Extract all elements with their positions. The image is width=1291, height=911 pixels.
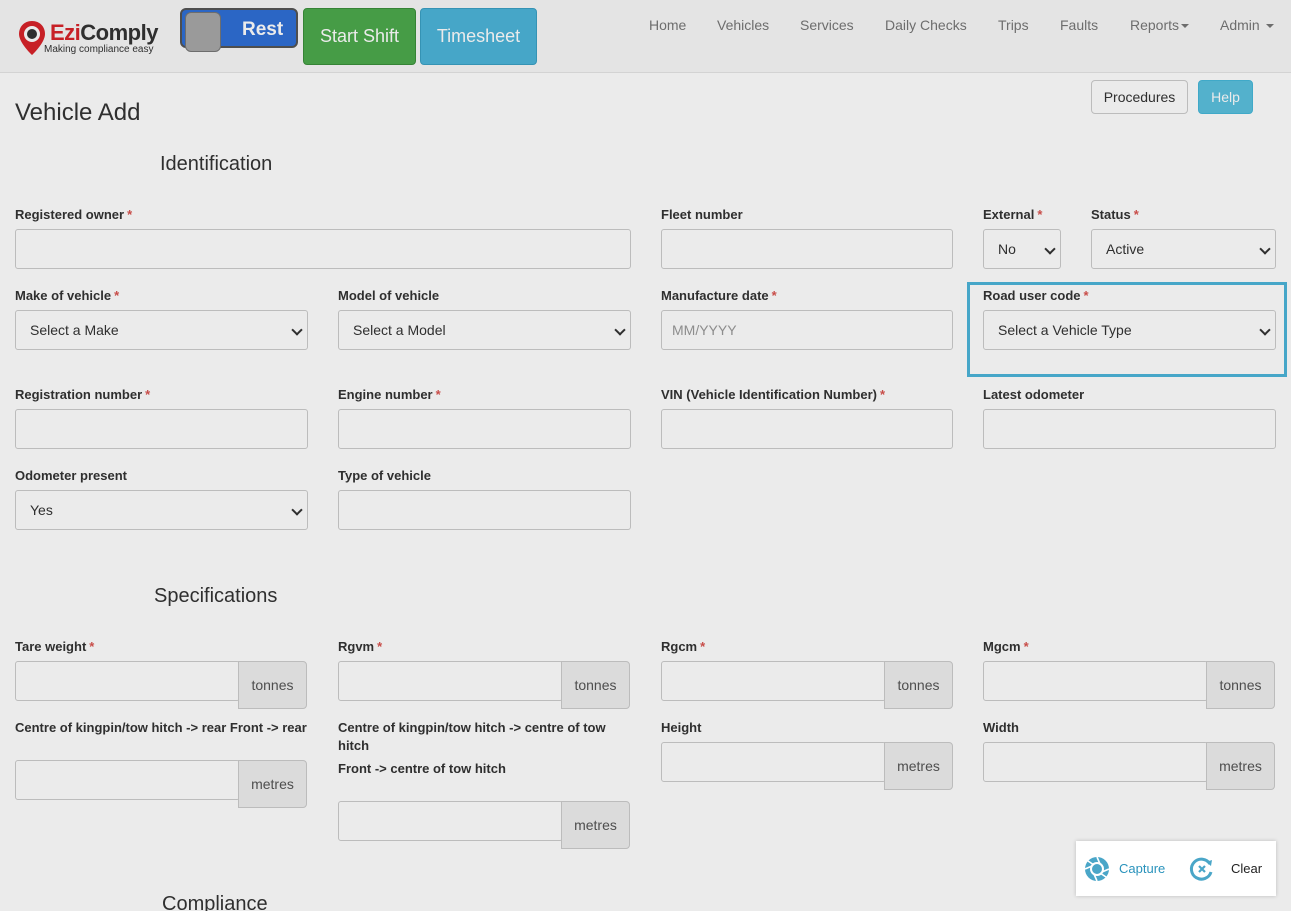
rgcm-input[interactable] [661, 661, 886, 701]
tonnes-addon: tonnes [884, 661, 953, 709]
brand-logo[interactable]: EziComply Making compliance easy [18, 18, 168, 58]
metres-addon: metres [561, 801, 630, 849]
metres-addon: metres [238, 760, 307, 808]
engine-number-label: Engine number * [338, 387, 441, 402]
width-input[interactable] [983, 742, 1208, 782]
tare-weight-input[interactable] [15, 661, 240, 701]
help-button[interactable]: Help [1198, 80, 1253, 114]
chevron-down-icon [291, 504, 303, 516]
chevron-down-icon [291, 324, 303, 336]
kingpin-tow-label: Centre of kingpin/tow hitch -> centre of… [338, 720, 606, 753]
type-of-vehicle-input[interactable] [338, 490, 631, 530]
kingpin-rear-input[interactable] [15, 760, 240, 800]
status-label: Status * [1091, 207, 1139, 222]
manufacture-date-input[interactable] [661, 310, 953, 350]
caret-down-icon [1265, 24, 1274, 29]
section-specifications: Specifications [154, 585, 278, 607]
registered-owner-label: Registered owner * [15, 207, 133, 222]
width-label: Width [983, 720, 1019, 735]
top-navbar: EziComply Making compliance easy Rest St… [0, 0, 1291, 73]
registration-label: Registration number * [15, 387, 151, 402]
rgvm-input[interactable] [338, 661, 563, 701]
capture-widget: Capture Clear [1076, 841, 1276, 896]
external-label: External * [983, 207, 1043, 222]
rgcm-label: Rgcm * [661, 639, 706, 654]
app: EziComply Making compliance easy Rest St… [0, 0, 1291, 911]
nav-home[interactable]: Home [649, 17, 686, 37]
tonnes-addon: tonnes [1206, 661, 1275, 709]
nav-reports-label: Reports [1130, 17, 1180, 33]
type-of-vehicle-label: Type of vehicle [338, 468, 431, 483]
status-select[interactable]: Active [1091, 229, 1276, 269]
vin-input[interactable] [661, 409, 953, 449]
road-user-code-label: Road user code * [983, 288, 1089, 303]
metres-addon: metres [884, 742, 953, 790]
external-select[interactable]: No [983, 229, 1061, 269]
model-select[interactable]: Select a Model [338, 310, 631, 350]
kingpin-tow-input[interactable] [338, 801, 563, 841]
latest-odometer-label: Latest odometer [983, 387, 1085, 402]
caret-down-icon [1181, 24, 1190, 29]
section-compliance: Compliance [162, 893, 268, 911]
rgvm-label: Rgvm * [338, 639, 383, 654]
kingpin-rear-label: Centre of kingpin/tow hitch -> rear Fron… [15, 720, 307, 735]
nav-daily-checks[interactable]: Daily Checks [885, 17, 967, 37]
section-identification: Identification [160, 153, 273, 175]
odometer-present-label: Odometer present [15, 468, 127, 483]
make-label: Make of vehicle * [15, 288, 120, 303]
start-shift-button[interactable]: Start Shift [303, 8, 416, 65]
chevron-down-icon [1259, 324, 1271, 336]
tonnes-addon: tonnes [238, 661, 307, 709]
nav-admin-label: Admin [1220, 17, 1260, 33]
capture-button[interactable]: Capture [1119, 861, 1165, 876]
nav-admin[interactable]: Admin [1220, 17, 1274, 37]
make-select[interactable]: Select a Make [15, 310, 308, 350]
odometer-present-select[interactable]: Yes [15, 490, 308, 530]
registered-owner-input[interactable] [15, 229, 631, 269]
clear-button[interactable]: Clear [1231, 861, 1262, 876]
timesheet-button[interactable]: Timesheet [420, 8, 537, 65]
camera-shutter-icon[interactable] [1084, 856, 1110, 882]
road-user-code-select[interactable]: Select a Vehicle Type [983, 310, 1276, 350]
toggle-label: Rest [242, 19, 284, 40]
nav-reports[interactable]: Reports [1130, 17, 1190, 37]
nav-trips[interactable]: Trips [998, 17, 1029, 37]
toggle-knob [185, 12, 221, 52]
brand-tagline: Making compliance easy [44, 44, 154, 55]
tonnes-addon: tonnes [561, 661, 630, 709]
fleet-number-input[interactable] [661, 229, 953, 269]
front-tow-label: Front -> centre of tow hitch [338, 761, 506, 776]
chevron-down-icon [1044, 243, 1056, 255]
mgcm-input[interactable] [983, 661, 1208, 701]
vin-label: VIN (Vehicle Identification Number) * [661, 387, 886, 402]
rest-toggle[interactable]: Rest [180, 8, 298, 52]
fleet-number-label: Fleet number [661, 207, 743, 222]
chevron-down-icon [614, 324, 626, 336]
mgcm-label: Mgcm * [983, 639, 1029, 654]
nav-vehicles[interactable]: Vehicles [717, 17, 769, 37]
registration-input[interactable] [15, 409, 308, 449]
latest-odometer-input[interactable] [983, 409, 1276, 449]
brand-name: EziComply [50, 20, 158, 45]
clear-refresh-icon[interactable] [1189, 856, 1215, 882]
chevron-down-icon [1259, 243, 1271, 255]
model-label: Model of vehicle [338, 288, 440, 303]
procedures-button[interactable]: Procedures [1091, 80, 1188, 114]
height-label: Height [661, 720, 702, 735]
tare-weight-label: Tare weight * [15, 639, 95, 654]
nav-faults[interactable]: Faults [1060, 17, 1098, 37]
page-title: Vehicle Add [15, 99, 141, 126]
manufacture-date-label: Manufacture date * [661, 288, 777, 303]
engine-number-input[interactable] [338, 409, 631, 449]
metres-addon: metres [1206, 742, 1275, 790]
nav-services[interactable]: Services [800, 17, 854, 37]
map-pin-icon [19, 21, 45, 55]
height-input[interactable] [661, 742, 886, 782]
